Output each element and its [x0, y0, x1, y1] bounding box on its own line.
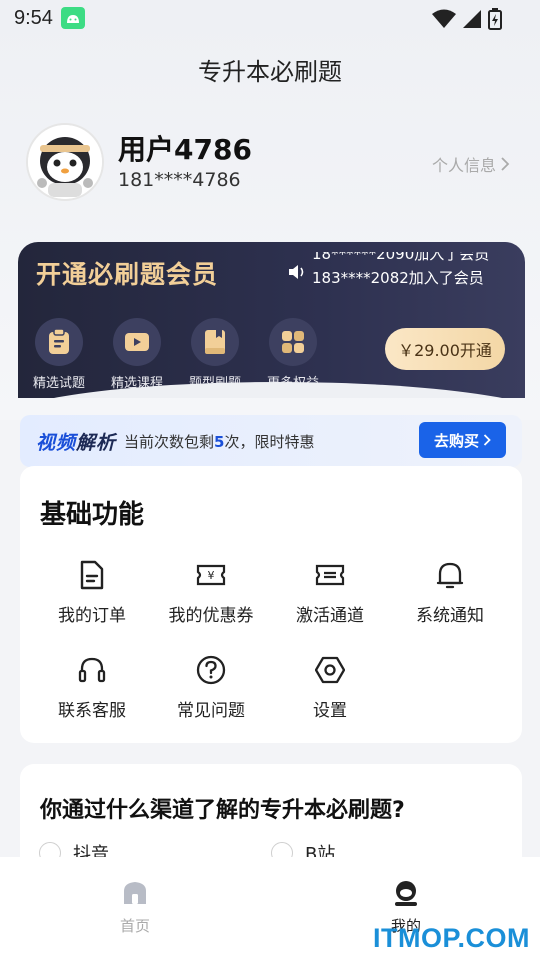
vip-title: 开通必刷题会员	[36, 260, 219, 289]
my-orders-button[interactable]: 我的订单	[32, 559, 152, 626]
headset-icon	[32, 654, 152, 686]
coupon-icon: ¥	[151, 559, 271, 591]
status-time: 9:54	[14, 6, 53, 29]
func-label: 设置	[313, 701, 347, 721]
func-label: 我的优惠券	[168, 606, 254, 626]
user-name: 用户4786	[118, 133, 252, 166]
signal-icon	[463, 10, 481, 28]
contact-service-button[interactable]: 联系客服	[32, 654, 152, 721]
buy-button-label: 去购买	[433, 431, 479, 450]
chevron-right-icon	[501, 157, 510, 171]
vip-notice-line: 183****2082加入了会员	[312, 269, 484, 287]
settings-button[interactable]: 设置	[270, 654, 390, 721]
promo-brand: 视频解析	[36, 428, 116, 455]
vip-benefit-courses[interactable]: 精选课程	[102, 318, 172, 391]
question-icon	[151, 654, 271, 686]
page-title: 专升本必刷题	[198, 58, 342, 86]
func-label: 联系客服	[58, 701, 126, 721]
profile-icon	[395, 881, 417, 906]
settings-icon	[270, 654, 390, 686]
vip-benefit-practice[interactable]: 题型刷题	[180, 318, 250, 391]
vip-benefit-more[interactable]: 更多权益	[258, 318, 328, 391]
bell-icon	[390, 559, 510, 591]
vip-card[interactable]: 开通必刷题会员 18******2090加入了会员 183****2082加入了…	[18, 242, 525, 398]
func-label: 激活通道	[296, 606, 364, 626]
faq-button[interactable]: 常见问题	[151, 654, 271, 721]
user-phone: 181****4786	[118, 169, 241, 191]
promo-text-after: 次，限时特惠	[224, 432, 315, 451]
promo-brand-part1: 视频	[36, 431, 77, 454]
system-notifications-button[interactable]: 系统通知	[390, 559, 510, 626]
battery-icon	[488, 8, 502, 30]
vip-card-curve	[18, 382, 525, 398]
wifi-icon	[432, 9, 456, 28]
promo-brand-part2: 解析	[76, 431, 117, 454]
func-label: 我的订单	[58, 606, 126, 626]
basic-functions-card: 基础功能 我的订单 ¥ 我的优惠券 激活通道 系统通知 联系客服 常见问题 设置	[20, 466, 522, 743]
vip-subscribe-button[interactable]: ￥29.00开通	[385, 328, 505, 370]
vip-benefit-questions[interactable]: 精选试题	[24, 318, 94, 391]
func-label: 系统通知	[416, 606, 484, 626]
promo-count: 5	[214, 432, 225, 451]
home-icon	[124, 882, 146, 904]
video-icon	[113, 318, 161, 366]
tab-home[interactable]: 首页	[95, 879, 175, 936]
avatar[interactable]	[26, 123, 104, 201]
status-icons	[432, 8, 502, 30]
func-label: 常见问题	[177, 701, 245, 721]
activation-channel-button[interactable]: 激活通道	[270, 559, 390, 626]
promo-text-before: 当前次数包剩	[124, 432, 215, 451]
book-icon	[191, 318, 239, 366]
ticket-icon	[270, 559, 390, 591]
my-coupons-button[interactable]: ¥ 我的优惠券	[151, 559, 271, 626]
video-analysis-promo[interactable]: 视频解析 当前次数包剩5次，限时特惠 去购买	[20, 415, 522, 467]
basic-functions-heading: 基础功能	[40, 500, 145, 530]
promo-text: 当前次数包剩5次，限时特惠	[124, 431, 314, 452]
mascot-avatar-icon	[28, 125, 102, 199]
grid-icon	[269, 318, 317, 366]
tab-label: 首页	[119, 917, 150, 935]
svg-text:¥: ¥	[208, 569, 215, 582]
vip-notice-line: 18******2090加入了会员	[312, 252, 490, 263]
buy-button[interactable]: 去购买	[419, 422, 506, 458]
vip-benefit-label: 精选试题	[32, 376, 85, 391]
speaker-icon	[289, 265, 304, 279]
watermark: ITMOP.COM	[372, 923, 530, 953]
survey-question: 你通过什么渠道了解的专升本必刷题?	[40, 798, 405, 823]
android-icon	[60, 7, 85, 29]
clipboard-icon	[35, 318, 83, 366]
profile-info-link[interactable]: 个人信息	[432, 152, 510, 176]
status-bar: 9:54	[0, 0, 540, 36]
vip-notice-ticker: 18******2090加入了会员 183****2082加入了会员	[288, 252, 518, 292]
profile-info-label: 个人信息	[431, 156, 496, 175]
order-icon	[32, 559, 152, 591]
chevron-right-icon	[483, 434, 491, 446]
